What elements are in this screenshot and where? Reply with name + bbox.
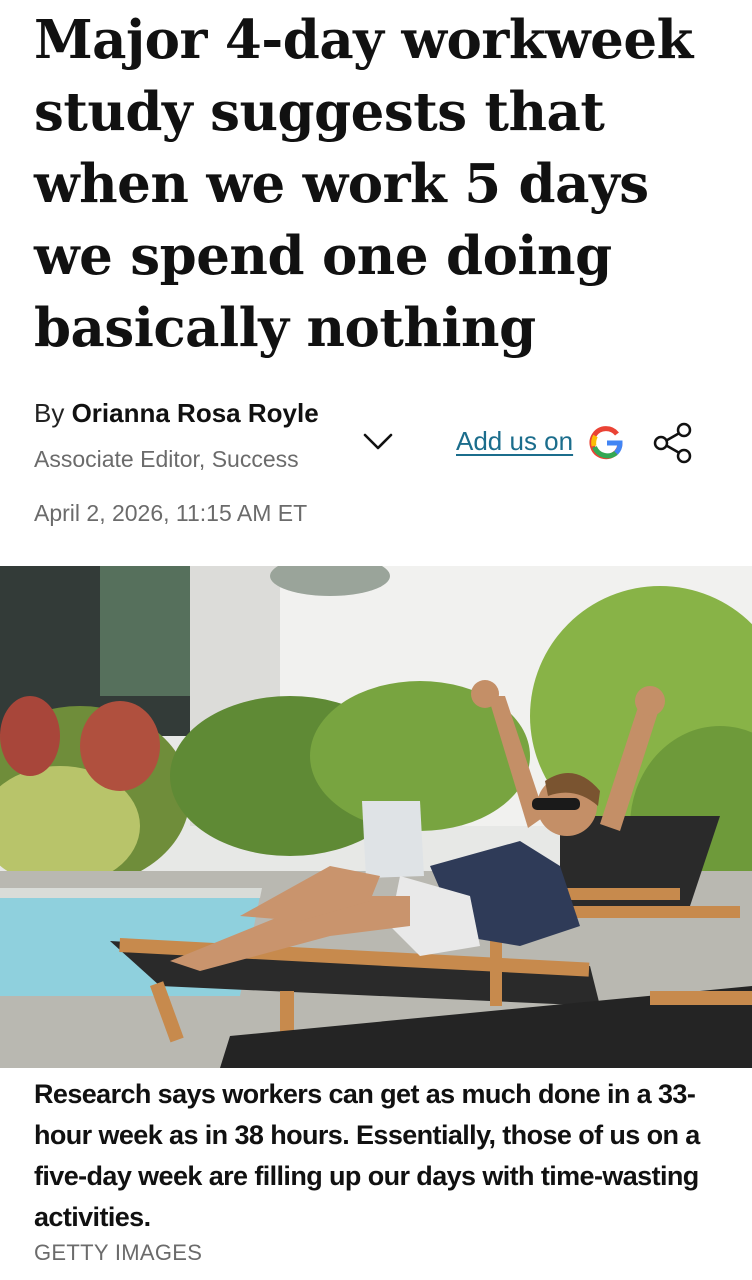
byline-prefix: By — [34, 398, 72, 428]
publish-date: April 2, 2026, 11:15 AM ET — [34, 500, 308, 526]
photo-illustration — [0, 566, 752, 1068]
add-us-on-google-link[interactable]: Add us on — [456, 426, 573, 457]
photo-credit: GETTY IMAGES — [34, 1240, 203, 1265]
google-icon[interactable] — [586, 422, 626, 462]
author-name[interactable]: Orianna Rosa Royle — [72, 398, 319, 428]
article-headline: Major 4-day workweek study suggests that… — [34, 9, 693, 359]
byline-row: By Orianna Rosa Royle Associate Editor, … — [34, 398, 724, 488]
chevron-down-icon[interactable] — [358, 422, 398, 462]
author-title: Associate Editor, Success — [34, 446, 299, 472]
article-photo — [0, 566, 752, 1068]
byline: By Orianna Rosa Royle — [34, 398, 319, 429]
photo-caption: Research says workers can get as much do… — [34, 1079, 700, 1232]
share-icon[interactable] — [650, 420, 696, 466]
